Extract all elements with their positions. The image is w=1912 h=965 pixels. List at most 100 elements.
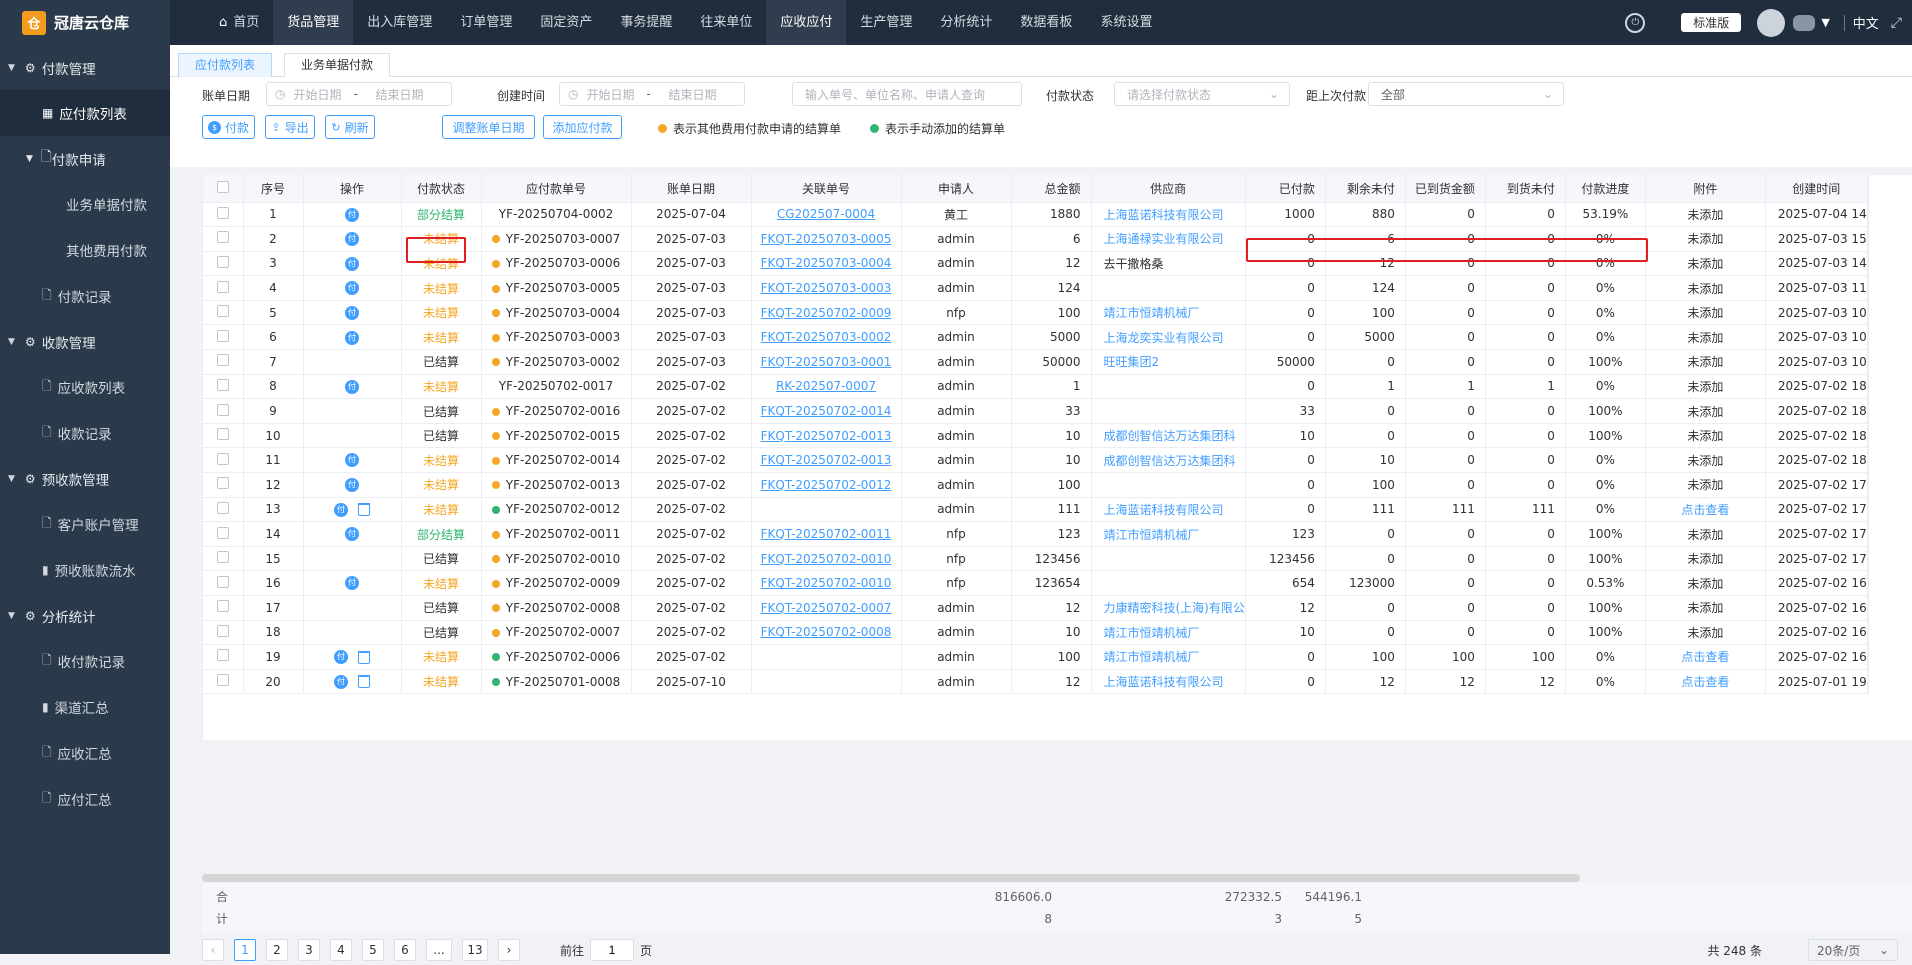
ref-link[interactable]: FKQT-20250702-0008 (761, 625, 892, 639)
page-number[interactable]: 2 (266, 939, 288, 961)
supplier-name[interactable]: 上海通禄实业有限公司 (1104, 232, 1224, 246)
nav-item[interactable]: 分析统计 (926, 0, 1006, 45)
page-number[interactable]: 6 (394, 939, 416, 961)
sidebar-item-prepay-flow[interactable]: ▮ 预收账款流水 (0, 547, 170, 593)
nav-item[interactable]: 生产管理 (846, 0, 926, 45)
row-checkbox[interactable] (216, 624, 229, 637)
ref-link[interactable]: FKQT-20250702-0007 (761, 601, 892, 615)
ref-link[interactable]: FKQT-20250702-0014 (761, 404, 892, 418)
row-checkbox[interactable] (216, 600, 229, 613)
row-checkbox[interactable] (216, 501, 229, 514)
adjust-date-button[interactable]: 调整账单日期 (442, 115, 535, 139)
row-checkbox[interactable] (216, 378, 229, 391)
page-size-select[interactable]: 20条/页 ⌄ (1808, 939, 1898, 961)
row-checkbox[interactable] (216, 231, 229, 244)
app-logo[interactable]: 仓 冠唐云仓库 (0, 0, 170, 45)
sidebar-item-pay-record[interactable]: 🗋 付款记录 (0, 273, 170, 319)
row-checkbox[interactable] (216, 329, 229, 342)
sidebar-group-prepay[interactable]: ▼ ⚙ 预收款管理 (0, 456, 170, 501)
search-input[interactable]: 输入单号、单位名称、申请人查询 (792, 82, 1022, 106)
pay-icon[interactable]: 付 (345, 281, 359, 296)
page-number[interactable]: 1 (234, 939, 256, 961)
ref-link[interactable]: FKQT-20250702-0010 (761, 576, 892, 590)
ref-link[interactable]: FKQT-20250702-0009 (761, 306, 892, 320)
nav-item[interactable]: ⌂ 首页 (205, 0, 273, 45)
supplier-name[interactable]: 成都创智信达万达集团科 (1104, 429, 1236, 443)
goto-page-input[interactable] (590, 939, 635, 961)
export-button[interactable]: ⇪ 导出 (265, 115, 315, 139)
supplier-name[interactable]: 上海蓝诺科技有限公司 (1104, 208, 1224, 222)
sidebar-group-analysis[interactable]: ▼ ⚙ 分析统计 (0, 593, 170, 638)
bill-date-range[interactable]: ◷ 开始日期 - 结束日期 (266, 82, 452, 106)
sidebar-item-pay-receive-record[interactable]: 🗋 收付款记录 (0, 638, 170, 684)
sidebar-item-payable-list[interactable]: ▦ 应付款列表 (0, 90, 170, 136)
sidebar-group-receive[interactable]: ▼ ⚙ 收款管理 (0, 319, 170, 364)
row-checkbox[interactable] (216, 280, 229, 293)
prev-page-button[interactable]: ‹ (202, 939, 224, 961)
row-checkbox[interactable] (216, 551, 229, 564)
pay-icon[interactable]: 付 (345, 330, 359, 345)
page-number[interactable]: 5 (362, 939, 384, 961)
row-checkbox[interactable] (216, 305, 229, 318)
row-checkbox[interactable] (216, 452, 229, 465)
next-page-button[interactable]: › (498, 939, 520, 961)
pay-status-select[interactable]: 请选择付款状态 ⌄ (1114, 82, 1290, 106)
pay-icon[interactable]: 付 (345, 379, 359, 394)
create-time-range[interactable]: ◷ 开始日期 - 结束日期 (559, 82, 745, 106)
pay-icon[interactable]: 付 (345, 527, 359, 542)
ref-link[interactable]: FKQT-20250702-0013 (761, 453, 892, 467)
supplier-name[interactable]: 靖江市恒靖机械厂 (1104, 528, 1200, 542)
expand-icon[interactable]: ⤢ (1891, 15, 1902, 31)
supplier-name[interactable]: 旺旺集团2 (1104, 355, 1160, 369)
trash-icon[interactable] (358, 675, 370, 689)
sidebar-item-other-pay[interactable]: 其他费用付款 (0, 227, 170, 273)
sidebar-group-payment[interactable]: ▼ ⚙ 付款管理 (0, 45, 170, 90)
ref-link[interactable]: FKQT-20250702-0012 (761, 478, 892, 492)
row-checkbox[interactable] (216, 428, 229, 441)
ref-link[interactable]: FKQT-20250703-0005 (761, 232, 892, 246)
pay-icon[interactable]: 付 (345, 256, 359, 271)
ref-link[interactable]: FKQT-20250702-0011 (761, 527, 892, 541)
row-checkbox[interactable] (216, 354, 229, 367)
pay-button[interactable]: $ 付款 (202, 115, 255, 139)
nav-item[interactable]: 货品管理 (273, 0, 354, 45)
pay-icon[interactable]: 付 (345, 305, 359, 320)
attachment-status[interactable]: 点击查看 (1681, 650, 1729, 664)
pay-icon[interactable]: 付 (334, 674, 348, 689)
ref-link[interactable]: FKQT-20250703-0002 (761, 330, 892, 344)
ref-link[interactable]: CG202507-0004 (777, 207, 875, 221)
supplier-name[interactable]: 上海蓝诺科技有限公司 (1104, 503, 1224, 517)
supplier-name[interactable]: 靖江市恒靖机械厂 (1104, 306, 1200, 320)
edition-badge[interactable]: 标准版 (1681, 13, 1742, 32)
page-number[interactable]: 13 (462, 939, 488, 961)
supplier-name[interactable]: 上海龙奕实业有限公司 (1104, 331, 1224, 345)
page-number[interactable]: 3 (298, 939, 320, 961)
tab-payable-list[interactable]: 应付款列表 (178, 53, 273, 77)
ref-link[interactable]: FKQT-20250703-0003 (761, 281, 892, 295)
sidebar-item-receivable-list[interactable]: 🗋 应收款列表 (0, 364, 170, 410)
pay-icon[interactable]: 付 (345, 232, 359, 247)
row-checkbox[interactable] (216, 255, 229, 268)
sidebar-item-receive-record[interactable]: 🗋 收款记录 (0, 410, 170, 456)
sidebar-item-payable-sum[interactable]: 🗋 应付汇总 (0, 776, 170, 822)
sidebar-item-pay-request[interactable]: ▼ 🗋 付款申请 (0, 136, 170, 181)
row-checkbox[interactable] (216, 206, 229, 219)
sidebar-item-channel-sum[interactable]: ▮ 渠道汇总 (0, 684, 170, 730)
since-last-select[interactable]: 全部 ⌄ (1368, 82, 1564, 106)
language-switch[interactable]: 中文 (1853, 13, 1879, 32)
nav-item[interactable]: 固定资产 (526, 0, 606, 45)
nav-item[interactable]: 系统设置 (1086, 0, 1166, 45)
nav-item[interactable]: 出入库管理 (353, 0, 446, 45)
theme-toggle-icon[interactable]: ⏻ (1625, 12, 1646, 33)
trash-icon[interactable] (358, 503, 370, 517)
chevron-down-icon[interactable]: ▼ (1821, 16, 1829, 29)
ref-link[interactable]: FKQT-20250702-0010 (761, 552, 892, 566)
trash-icon[interactable] (358, 650, 370, 664)
sidebar-item-biz-pay[interactable]: 业务单据付款 (0, 181, 170, 227)
page-number[interactable]: ... (426, 939, 452, 961)
supplier-name[interactable]: 靖江市恒靖机械厂 (1104, 626, 1200, 640)
horizontal-scrollbar[interactable] (202, 874, 1580, 882)
sidebar-item-receivable-sum[interactable]: 🗋 应收汇总 (0, 730, 170, 776)
nav-item[interactable]: 应收应付 (766, 0, 847, 45)
page-number[interactable]: 4 (330, 939, 352, 961)
